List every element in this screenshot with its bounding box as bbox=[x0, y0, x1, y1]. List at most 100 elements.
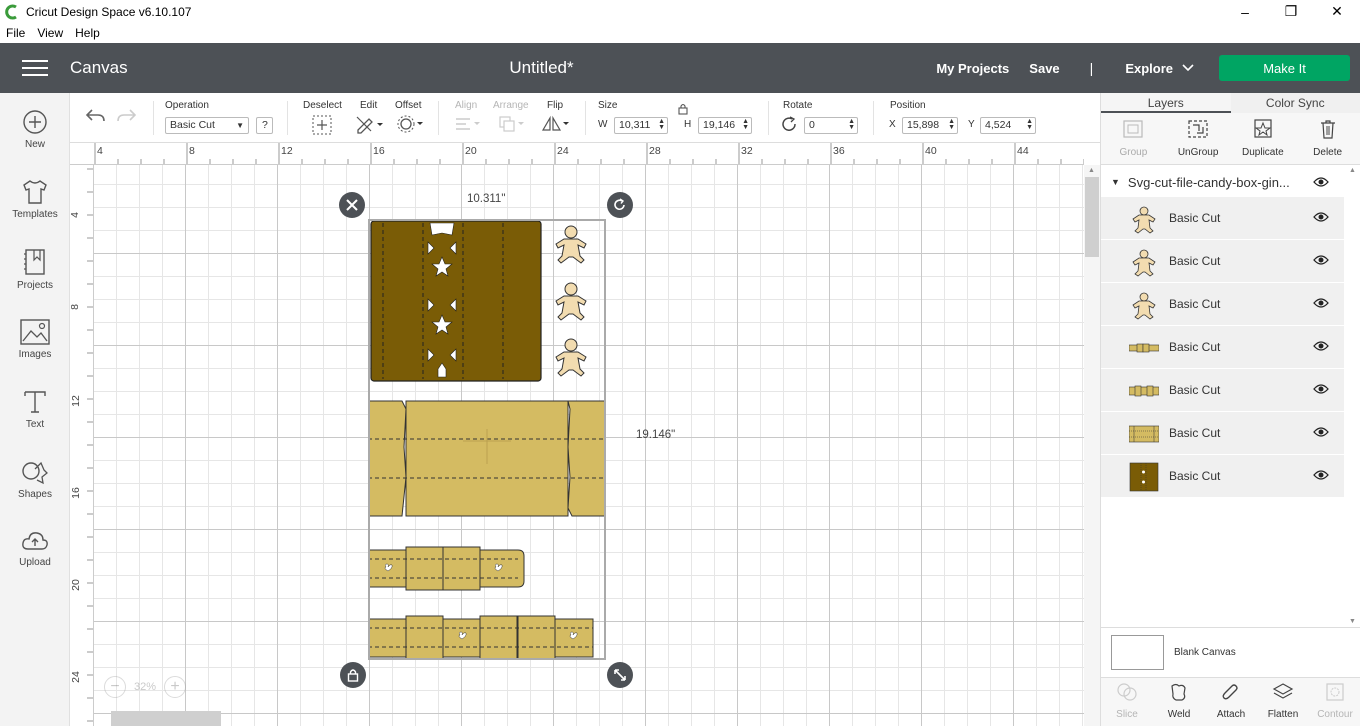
operation-help-button[interactable]: ? bbox=[256, 117, 273, 134]
ungroup-button[interactable]: UnGroup bbox=[1166, 113, 1231, 164]
toolbar-divider bbox=[438, 101, 439, 135]
undo-icon[interactable] bbox=[84, 107, 106, 125]
attach-label: Attach bbox=[1216, 709, 1246, 720]
rotate-input[interactable]: 0 ▲ ▼ bbox=[804, 117, 858, 134]
scroll-up-arrow-icon[interactable]: ▲ bbox=[1088, 167, 1095, 174]
layers-panel: Layers Color Sync Group UnGroup Duplicat… bbox=[1100, 93, 1360, 726]
layer-group-row[interactable]: ▼ Svg-cut-file-candy-box-gin... bbox=[1101, 167, 1344, 197]
my-projects-link[interactable]: My Projects bbox=[936, 61, 1009, 76]
tab-color-sync[interactable]: Color Sync bbox=[1231, 93, 1360, 113]
menu-view[interactable]: View bbox=[37, 26, 63, 40]
contour-button[interactable]: Contour bbox=[1309, 678, 1360, 726]
canvas-vertical-scrollbar[interactable]: ▲ bbox=[1084, 165, 1100, 726]
redo-icon[interactable] bbox=[116, 107, 138, 125]
scroll-up-arrow-icon[interactable]: ▲ bbox=[1349, 167, 1356, 174]
align-label: Align bbox=[455, 100, 478, 111]
stepper-arrows-icon[interactable]: ▲ ▼ bbox=[658, 118, 665, 131]
align-icon[interactable] bbox=[454, 116, 482, 132]
maximize-button[interactable]: ❐ bbox=[1268, 0, 1314, 23]
sidebar-item-images[interactable]: Images bbox=[0, 319, 70, 360]
blank-canvas-row[interactable]: Blank Canvas bbox=[1101, 627, 1360, 677]
ruler-number: 24 bbox=[557, 145, 569, 157]
minimize-button[interactable]: – bbox=[1222, 0, 1268, 23]
delete-selection-handle[interactable] bbox=[339, 192, 365, 218]
eye-icon[interactable] bbox=[1313, 469, 1329, 481]
layer-row[interactable]: Basic Cut bbox=[1101, 240, 1344, 283]
slice-button[interactable]: Slice bbox=[1101, 678, 1153, 726]
chevron-down-icon bbox=[1182, 64, 1194, 72]
height-label: H bbox=[684, 119, 692, 130]
sidebar-item-new[interactable]: New bbox=[0, 109, 70, 150]
flatten-button[interactable]: Flatten bbox=[1257, 678, 1309, 726]
scroll-down-arrow-icon[interactable]: ▼ bbox=[1349, 618, 1356, 625]
strip-thumbnail bbox=[1129, 343, 1159, 353]
ruler-number: 8 bbox=[70, 304, 81, 310]
x-position-input[interactable]: 15,898 ▲ ▼ bbox=[902, 117, 958, 134]
layer-row[interactable]: Basic Cut bbox=[1101, 369, 1344, 412]
explore-dropdown[interactable]: Explore bbox=[1125, 61, 1195, 76]
height-input[interactable]: 19,146 ▲ ▼ bbox=[698, 117, 752, 134]
title-bar: Cricut Design Space v6.10.107 – ❐ ✕ bbox=[0, 0, 1360, 23]
eye-icon[interactable] bbox=[1313, 426, 1329, 438]
offset-icon[interactable] bbox=[397, 115, 425, 133]
stepper-arrows-icon[interactable]: ▲ ▼ bbox=[848, 118, 855, 131]
layers-scrollbar[interactable]: ▲ ▼ bbox=[1345, 167, 1360, 627]
eye-icon[interactable] bbox=[1313, 297, 1329, 309]
box-thumbnail bbox=[1129, 425, 1159, 443]
group-button[interactable]: Group bbox=[1101, 113, 1166, 164]
make-it-button[interactable]: Make It bbox=[1219, 55, 1350, 81]
close-window-button[interactable]: ✕ bbox=[1314, 0, 1360, 23]
rotate-icon[interactable] bbox=[781, 116, 799, 133]
canvas-horizontal-scrollbar-thumb[interactable] bbox=[111, 711, 221, 726]
ungroup-label: UnGroup bbox=[1177, 147, 1219, 158]
layer-name: Basic Cut bbox=[1169, 469, 1221, 483]
lock-icon[interactable] bbox=[677, 103, 689, 115]
tab-layers[interactable]: Layers bbox=[1101, 93, 1231, 113]
eye-icon[interactable] bbox=[1313, 211, 1329, 223]
trash-icon bbox=[1320, 120, 1335, 139]
deselect-icon[interactable] bbox=[312, 115, 332, 135]
zoom-in-button[interactable]: + bbox=[164, 676, 187, 698]
collapse-caret-icon[interactable]: ▼ bbox=[1111, 177, 1120, 187]
menu-help[interactable]: Help bbox=[75, 26, 100, 40]
layer-row[interactable]: Basic Cut bbox=[1101, 326, 1344, 369]
sidebar-item-projects[interactable]: Projects bbox=[0, 248, 70, 291]
layer-row[interactable]: Basic Cut bbox=[1101, 197, 1344, 240]
sidebar-item-upload[interactable]: Upload bbox=[0, 529, 70, 568]
arrange-icon[interactable] bbox=[498, 115, 526, 133]
attach-button[interactable]: Attach bbox=[1205, 678, 1257, 726]
layer-row[interactable]: Basic Cut bbox=[1101, 455, 1344, 498]
weld-button[interactable]: Weld bbox=[1153, 678, 1205, 726]
stepper-arrows-icon[interactable]: ▲ ▼ bbox=[948, 118, 955, 131]
width-input[interactable]: 10,311 ▲ ▼ bbox=[614, 117, 668, 134]
layer-name: Basic Cut bbox=[1169, 211, 1221, 225]
menu-file[interactable]: File bbox=[6, 26, 25, 40]
layer-row[interactable]: Basic Cut bbox=[1101, 412, 1344, 455]
rotate-handle[interactable] bbox=[607, 192, 633, 218]
zoom-out-button[interactable]: − bbox=[104, 676, 126, 698]
delete-label: Delete bbox=[1313, 147, 1343, 158]
eye-icon[interactable] bbox=[1313, 383, 1329, 395]
eye-icon[interactable] bbox=[1313, 254, 1329, 266]
sidebar-item-text[interactable]: Text bbox=[0, 389, 70, 430]
resize-handle[interactable] bbox=[607, 662, 633, 688]
layer-row[interactable]: Basic Cut bbox=[1101, 283, 1344, 326]
edit-pen-icon[interactable] bbox=[355, 114, 385, 134]
sidebar-item-templates[interactable]: Templates bbox=[0, 179, 70, 220]
blank-canvas-swatch[interactable] bbox=[1111, 635, 1164, 670]
delete-button[interactable]: Delete bbox=[1295, 113, 1360, 164]
duplicate-button[interactable]: Duplicate bbox=[1231, 113, 1296, 164]
eye-icon[interactable] bbox=[1313, 176, 1329, 188]
ruler-number: 16 bbox=[70, 487, 82, 499]
y-position-input[interactable]: 4,524 ▲ ▼ bbox=[980, 117, 1036, 134]
save-link[interactable]: Save bbox=[1029, 61, 1059, 76]
stepper-arrows-icon[interactable]: ▲ ▼ bbox=[742, 118, 749, 131]
scrollbar-thumb[interactable] bbox=[1085, 177, 1099, 257]
sidebar-item-shapes[interactable]: Shapes bbox=[0, 459, 70, 500]
operation-select[interactable]: Basic Cut ▼ bbox=[165, 117, 249, 134]
stepper-arrows-icon[interactable]: ▲ ▼ bbox=[1026, 118, 1033, 131]
width-dimension-label: 10.311" bbox=[467, 193, 506, 205]
flip-icon[interactable] bbox=[541, 115, 571, 133]
lock-proportions-handle[interactable] bbox=[340, 662, 366, 688]
eye-icon[interactable] bbox=[1313, 340, 1329, 352]
